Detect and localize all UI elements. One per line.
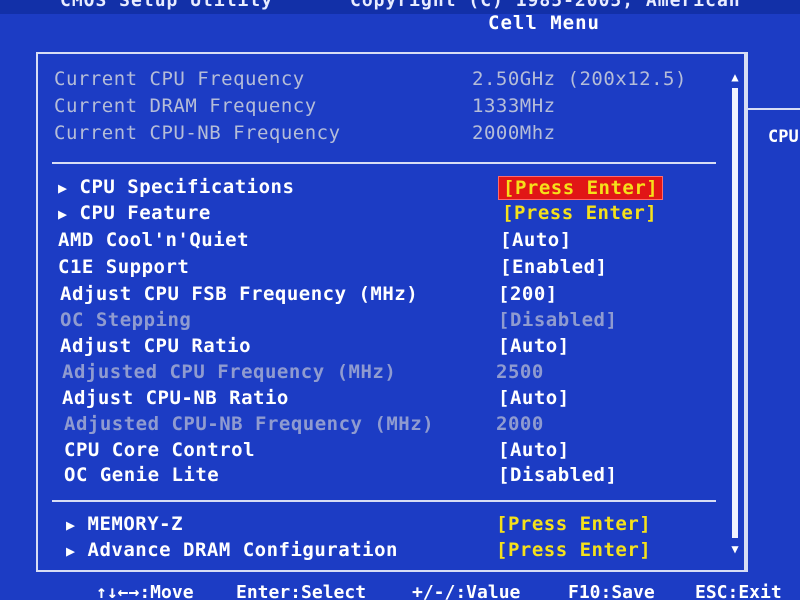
- title-bar: CMOS Setup Utility Copyright (C) 1985-20…: [0, 0, 800, 14]
- item-value[interactable]: [200]: [498, 283, 558, 305]
- copyright-text: Copyright (C) 1985-2005, American: [350, 0, 741, 11]
- key-legend: ↑↓←→:Move Enter:Select +/-/:Value F10:Sa…: [0, 582, 800, 600]
- scrollbar[interactable]: ▲ ▼: [728, 70, 742, 560]
- scroll-up-arrow-icon[interactable]: ▲: [728, 70, 742, 84]
- item-label: Adjusted CPU-NB Frequency (MHz): [64, 413, 435, 435]
- item-value: [Disabled]: [498, 309, 618, 331]
- panel-divider: [744, 52, 746, 572]
- readout-adjusted-cpu-frequency: Adjusted CPU Frequency (MHz) 2500: [38, 361, 738, 387]
- utility-title: CMOS Setup Utility: [60, 0, 274, 11]
- legend-select: Enter:Select: [236, 582, 367, 600]
- item-label: CPU Core Control: [64, 439, 256, 461]
- info-value: 1333MHz: [472, 95, 556, 117]
- item-label: Adjust CPU Ratio: [60, 335, 252, 357]
- setting-adjust-cpu-fsb-frequency[interactable]: Adjust CPU FSB Frequency (MHz) [200]: [38, 283, 738, 309]
- info-label: Current CPU Frequency: [54, 68, 305, 90]
- item-label: AMD Cool'n'Quiet: [58, 229, 250, 251]
- item-value[interactable]: [Press Enter]: [502, 202, 657, 224]
- item-label: OC Stepping: [60, 309, 192, 331]
- setting-oc-stepping: OC Stepping [Disabled]: [38, 309, 738, 335]
- setting-adjust-cpu-nb-ratio[interactable]: Adjust CPU-NB Ratio [Auto]: [38, 387, 738, 413]
- info-label: Current CPU-NB Frequency: [54, 122, 341, 144]
- scroll-down-arrow-icon[interactable]: ▼: [728, 542, 742, 556]
- info-value: 2.50GHz (200x12.5): [472, 68, 687, 90]
- info-row-cpu-nb-frequency: Current CPU-NB Frequency 2000Mhz: [38, 122, 738, 148]
- setting-cpu-core-control[interactable]: CPU Core Control [Auto]: [38, 439, 738, 465]
- item-value[interactable]: [Press Enter]: [496, 539, 651, 561]
- scroll-track[interactable]: [732, 88, 738, 538]
- submenu-arrow-icon: ▶: [66, 542, 76, 560]
- bios-screen: CMOS Setup Utility Copyright (C) 1985-20…: [0, 0, 800, 600]
- menu-item-memory-z[interactable]: ▶ MEMORY-Z [Press Enter]: [38, 513, 738, 539]
- help-text: CPU: [768, 127, 799, 147]
- menu-item-cpu-specifications[interactable]: ▶ CPU Specifications [Press Enter]: [38, 176, 738, 202]
- item-label: OC Genie Lite: [64, 464, 220, 486]
- item-value[interactable]: [Press Enter]: [496, 513, 651, 535]
- setting-amd-cool-n-quiet[interactable]: AMD Cool'n'Quiet [Auto]: [38, 229, 738, 255]
- item-value: 2500: [496, 361, 544, 383]
- legend-value: +/-/:Value: [412, 582, 521, 600]
- help-panel-divider: [746, 108, 800, 110]
- item-label: Adjust CPU-NB Ratio: [62, 387, 289, 409]
- menu-item-cpu-feature[interactable]: ▶ CPU Feature [Press Enter]: [38, 202, 738, 228]
- item-label: Advance DRAM Configuration: [87, 539, 398, 561]
- item-value[interactable]: [Disabled]: [498, 464, 617, 486]
- legend-save: F10:Save: [568, 582, 655, 600]
- legend-exit: ESC:Exit: [695, 582, 782, 600]
- setting-adjust-cpu-ratio[interactable]: Adjust CPU Ratio [Auto]: [38, 335, 738, 361]
- submenu-arrow-icon: ▶: [66, 516, 76, 534]
- menu-title: Cell Menu: [488, 12, 600, 34]
- item-value[interactable]: [Press Enter]: [498, 176, 664, 200]
- info-row-dram-frequency: Current DRAM Frequency 1333MHz: [38, 95, 738, 121]
- submenu-arrow-icon: ▶: [58, 205, 68, 223]
- item-value[interactable]: [Auto]: [498, 387, 570, 409]
- item-label: C1E Support: [58, 256, 190, 278]
- info-label: Current DRAM Frequency: [54, 95, 317, 117]
- item-label: MEMORY-Z: [87, 513, 184, 535]
- submenu-arrow-icon: ▶: [58, 179, 68, 197]
- section-divider: [52, 500, 716, 502]
- item-value: 2000: [496, 413, 544, 435]
- item-label: CPU Feature: [79, 202, 211, 224]
- item-label: CPU Specifications: [79, 176, 295, 198]
- item-value[interactable]: [Auto]: [500, 229, 572, 251]
- item-label: Adjusted CPU Frequency (MHz): [62, 361, 397, 383]
- readout-adjusted-cpu-nb-frequency: Adjusted CPU-NB Frequency (MHz) 2000: [38, 413, 738, 439]
- item-value[interactable]: [Enabled]: [500, 256, 607, 278]
- legend-move: ↑↓←→:Move: [96, 582, 194, 600]
- item-label: Adjust CPU FSB Frequency (MHz): [60, 283, 419, 305]
- setting-c1e-support[interactable]: C1E Support [Enabled]: [38, 256, 738, 282]
- menu-item-advance-dram-configuration[interactable]: ▶ Advance DRAM Configuration [Press Enter…: [38, 539, 738, 565]
- section-divider: [52, 162, 716, 164]
- info-row-cpu-frequency: Current CPU Frequency 2.50GHz (200x12.5): [38, 68, 738, 94]
- item-value[interactable]: [Auto]: [498, 439, 570, 461]
- item-value[interactable]: [Auto]: [498, 335, 570, 357]
- settings-panel: Current CPU Frequency 2.50GHz (200x12.5)…: [36, 52, 748, 572]
- setting-oc-genie-lite[interactable]: OC Genie Lite [Disabled]: [38, 464, 738, 490]
- info-value: 2000Mhz: [472, 122, 556, 144]
